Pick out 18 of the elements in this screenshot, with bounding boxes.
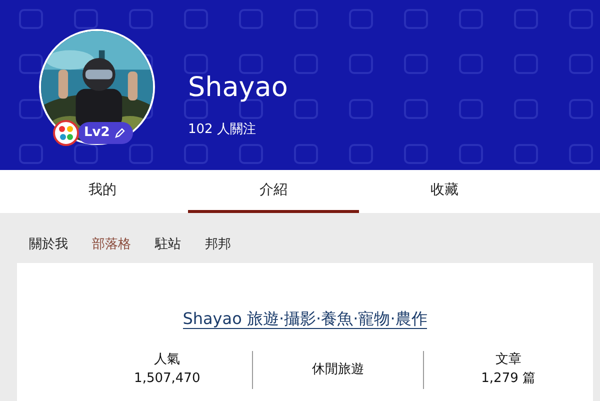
blog-category: 休閒旅遊 — [312, 361, 364, 379]
stat-value: 1,507,470 — [134, 370, 200, 388]
level-badge[interactable]: Lv2 — [78, 122, 133, 144]
sub-tab[interactable]: 部落格 — [92, 227, 131, 263]
sub-tab[interactable]: 邦邦 — [205, 227, 231, 263]
tab[interactable]: 我的 — [17, 170, 188, 213]
blog-title-link[interactable]: Shayao 旅遊·攝影·養魚·寵物·農作 — [182, 309, 428, 329]
stat-value: 1,279 篇 — [481, 370, 536, 388]
pencil-icon — [114, 128, 125, 138]
tab[interactable]: 介紹 — [188, 170, 359, 213]
sub-tab[interactable]: 駐站 — [155, 227, 181, 263]
stat-label: 文章 — [495, 351, 522, 369]
palette-icon — [52, 118, 80, 148]
stat-label: 人氣 — [154, 351, 180, 369]
tab[interactable]: 收藏 — [359, 170, 530, 213]
sub-tab[interactable]: 關於我 — [29, 227, 68, 263]
user-name: Shayao — [188, 71, 288, 105]
follower-count: 102 人關注 — [188, 121, 256, 139]
